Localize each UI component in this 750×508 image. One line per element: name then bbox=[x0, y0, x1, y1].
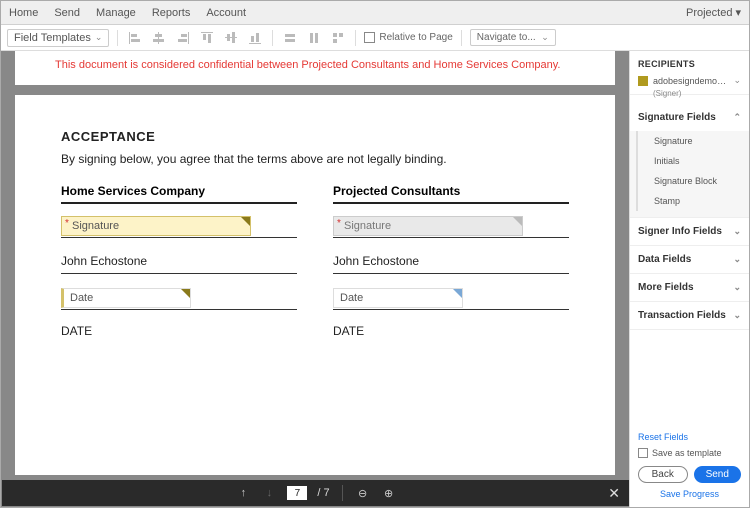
prev-page-strip: This document is considered confidential… bbox=[15, 51, 615, 85]
recipients-header: RECIPIENTS bbox=[630, 51, 749, 73]
formatting-toolbar: Field Templates ⌄ Relative to Page Navig… bbox=[1, 25, 749, 51]
signer-name-left: John Echostone bbox=[61, 252, 297, 268]
recipient-color-swatch bbox=[638, 76, 648, 86]
confidentiality-notice: This document is considered confidential… bbox=[55, 59, 575, 71]
top-nav-bar: Home Send Manage Reports Account Project… bbox=[1, 1, 749, 25]
page-up-icon[interactable]: ↑ bbox=[235, 487, 251, 499]
align-center-v-icon[interactable] bbox=[222, 29, 240, 47]
zoom-out-icon[interactable]: ⊖ bbox=[355, 487, 371, 500]
category-data-fields[interactable]: Data Fields ⌄ bbox=[630, 246, 749, 274]
section-body: By signing below, you agree that the ter… bbox=[61, 152, 569, 166]
document-canvas[interactable]: This document is considered confidential… bbox=[1, 51, 629, 507]
date-label-left: DATE bbox=[61, 324, 297, 338]
page-total: / 7 bbox=[317, 487, 329, 499]
nav-manage[interactable]: Manage bbox=[96, 7, 136, 19]
field-signature-block[interactable]: Signature Block bbox=[636, 171, 749, 191]
match-both-icon[interactable] bbox=[329, 29, 347, 47]
account-dropdown[interactable]: Projected ▾ bbox=[686, 6, 741, 19]
chevron-down-icon: ⌄ bbox=[733, 226, 741, 237]
reset-fields-link[interactable]: Reset Fields bbox=[638, 432, 688, 442]
match-width-icon[interactable] bbox=[281, 29, 299, 47]
navigate-to-dropdown[interactable]: Navigate to... ⌄ bbox=[470, 29, 556, 46]
field-stamp[interactable]: Stamp bbox=[636, 191, 749, 211]
column-header-left: Home Services Company bbox=[61, 184, 297, 204]
zoom-in-icon[interactable]: ⊕ bbox=[381, 487, 397, 500]
checkbox-empty-icon bbox=[364, 32, 375, 43]
category-more-fields[interactable]: More Fields ⌄ bbox=[630, 274, 749, 302]
category-signer-info[interactable]: Signer Info Fields ⌄ bbox=[630, 218, 749, 246]
align-center-h-icon[interactable] bbox=[150, 29, 168, 47]
field-initials[interactable]: Initials bbox=[636, 151, 749, 171]
required-asterisk-icon: * bbox=[337, 218, 341, 229]
signer-name-right: John Echostone bbox=[333, 252, 569, 268]
field-signature[interactable]: Signature bbox=[636, 131, 749, 151]
date-field-signer1[interactable]: Date bbox=[61, 288, 191, 308]
chevron-down-icon: ⌄ bbox=[733, 254, 741, 265]
align-top-icon[interactable] bbox=[198, 29, 216, 47]
page-nav-bar: ↑ ↓ / 7 ⊖ ⊕ ✕ bbox=[2, 480, 629, 506]
chevron-down-icon: ⌄ bbox=[733, 310, 741, 321]
caret-down-icon: ▾ bbox=[735, 6, 741, 19]
align-left-icon[interactable] bbox=[126, 29, 144, 47]
chevron-down-icon: ⌄ bbox=[733, 282, 741, 293]
section-heading: ACCEPTANCE bbox=[61, 129, 569, 144]
send-button[interactable]: Send bbox=[694, 466, 742, 483]
close-icon[interactable]: ✕ bbox=[608, 485, 620, 502]
chevron-up-icon: ⌃ bbox=[733, 112, 741, 123]
document-page: ACCEPTANCE By signing below, you agree t… bbox=[15, 95, 615, 475]
align-bottom-icon[interactable] bbox=[246, 29, 264, 47]
required-asterisk-icon: * bbox=[65, 218, 69, 229]
date-label-right: DATE bbox=[333, 324, 569, 338]
back-button[interactable]: Back bbox=[638, 466, 688, 483]
checkbox-empty-icon bbox=[638, 448, 648, 458]
relative-to-page-toggle[interactable]: Relative to Page bbox=[364, 32, 452, 43]
category-signature-fields[interactable]: Signature Fields ⌃ bbox=[630, 104, 749, 131]
date-field-signer2[interactable]: Date bbox=[333, 288, 463, 308]
recipient-role: (Signer) bbox=[653, 89, 749, 98]
page-number-input[interactable] bbox=[287, 486, 307, 500]
field-templates-dropdown[interactable]: Field Templates ⌄ bbox=[7, 29, 109, 47]
nav-home[interactable]: Home bbox=[9, 7, 38, 19]
category-transaction-fields[interactable]: Transaction Fields ⌄ bbox=[630, 302, 749, 330]
column-header-right: Projected Consultants bbox=[333, 184, 569, 204]
save-progress-link[interactable]: Save Progress bbox=[660, 489, 719, 499]
nav-reports[interactable]: Reports bbox=[152, 7, 191, 19]
signature-field-signer2[interactable]: * Signature bbox=[333, 216, 523, 236]
chevron-down-icon: ⌄ bbox=[541, 32, 549, 43]
chevron-down-icon: ⌄ bbox=[95, 32, 103, 43]
match-height-icon[interactable] bbox=[305, 29, 323, 47]
align-right-icon[interactable] bbox=[174, 29, 192, 47]
nav-account[interactable]: Account bbox=[206, 7, 246, 19]
signature-field-signer1[interactable]: * Signature bbox=[61, 216, 251, 236]
nav-send[interactable]: Send bbox=[54, 7, 80, 19]
right-sidebar: RECIPIENTS adobesigndemo+custo... ⌄ (Sig… bbox=[629, 51, 749, 507]
chevron-down-icon: ⌄ bbox=[733, 75, 741, 86]
page-down-icon[interactable]: ↓ bbox=[261, 487, 277, 499]
save-as-template-toggle[interactable]: Save as template bbox=[638, 448, 741, 458]
